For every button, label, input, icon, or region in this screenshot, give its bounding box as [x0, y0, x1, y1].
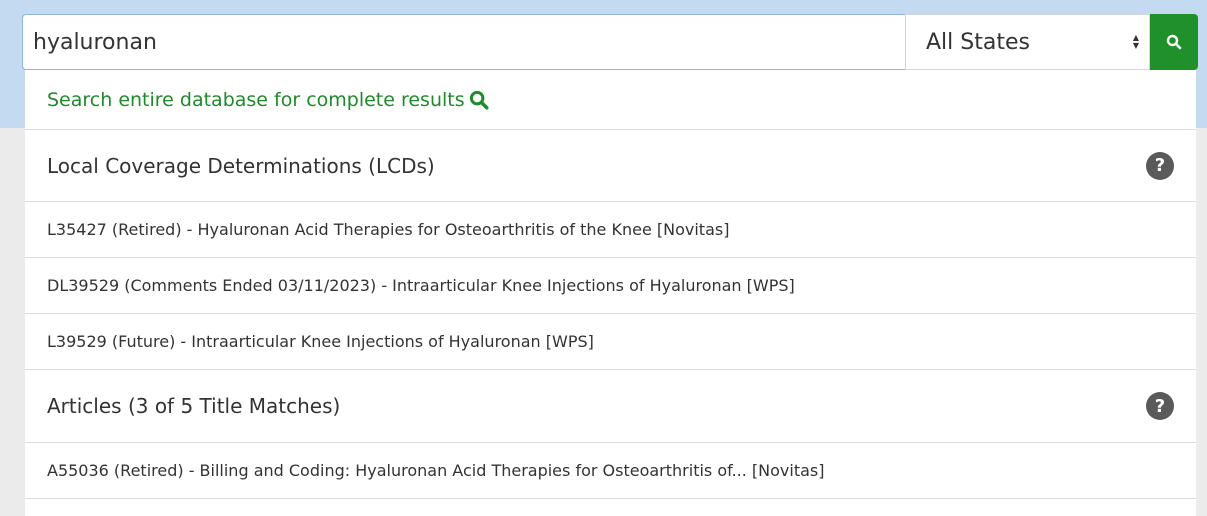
question-circle-icon[interactable]: ?: [1146, 151, 1174, 180]
search-entire-database-content: Search entire database for complete resu…: [47, 89, 489, 111]
list-item[interactable]: L39529 (Future) - Intraarticular Knee In…: [25, 314, 1196, 370]
list-item[interactable]: A55036 (Retired) - Billing and Coding: H…: [25, 443, 1196, 499]
list-item[interactable]: L35427 (Retired) - Hyaluronan Acid Thera…: [25, 202, 1196, 258]
state-select[interactable]: All States ▲ ▼: [905, 14, 1150, 70]
section-header-articles: Articles (3 of 5 Title Matches) ?: [25, 370, 1196, 443]
state-select-value: All States: [926, 29, 1030, 55]
section-header-lcds: Local Coverage Determinations (LCDs) ?: [25, 130, 1196, 202]
search-icon: [1166, 34, 1182, 50]
list-item-label: DL39529 (Comments Ended 03/11/2023) - In…: [47, 276, 795, 295]
search-button[interactable]: [1150, 14, 1198, 70]
section-title: Articles (3 of 5 Title Matches): [47, 394, 341, 418]
list-item[interactable]: DL39529 (Comments Ended 03/11/2023) - In…: [25, 258, 1196, 314]
search-suggestions-dropdown: Search entire database for complete resu…: [25, 70, 1196, 516]
search-input[interactable]: [22, 14, 905, 70]
search-entire-database-link[interactable]: Search entire database for complete resu…: [25, 70, 1196, 130]
list-item-label: L39529 (Future) - Intraarticular Knee In…: [47, 332, 594, 351]
list-item-label: L35427 (Retired) - Hyaluronan Acid Thera…: [47, 220, 730, 239]
search-icon: [469, 90, 489, 109]
search-bar: All States ▲▼: [22, 14, 1198, 70]
list-item-label: A55036 (Retired) - Billing and Coding: H…: [47, 461, 825, 480]
select-arrows-icon: ▲ ▼: [1132, 33, 1139, 50]
search-entire-database-label: Search entire database for complete resu…: [47, 88, 465, 111]
section-title: Local Coverage Determinations (LCDs): [47, 153, 435, 178]
question-circle-icon[interactable]: ?: [1146, 392, 1174, 420]
